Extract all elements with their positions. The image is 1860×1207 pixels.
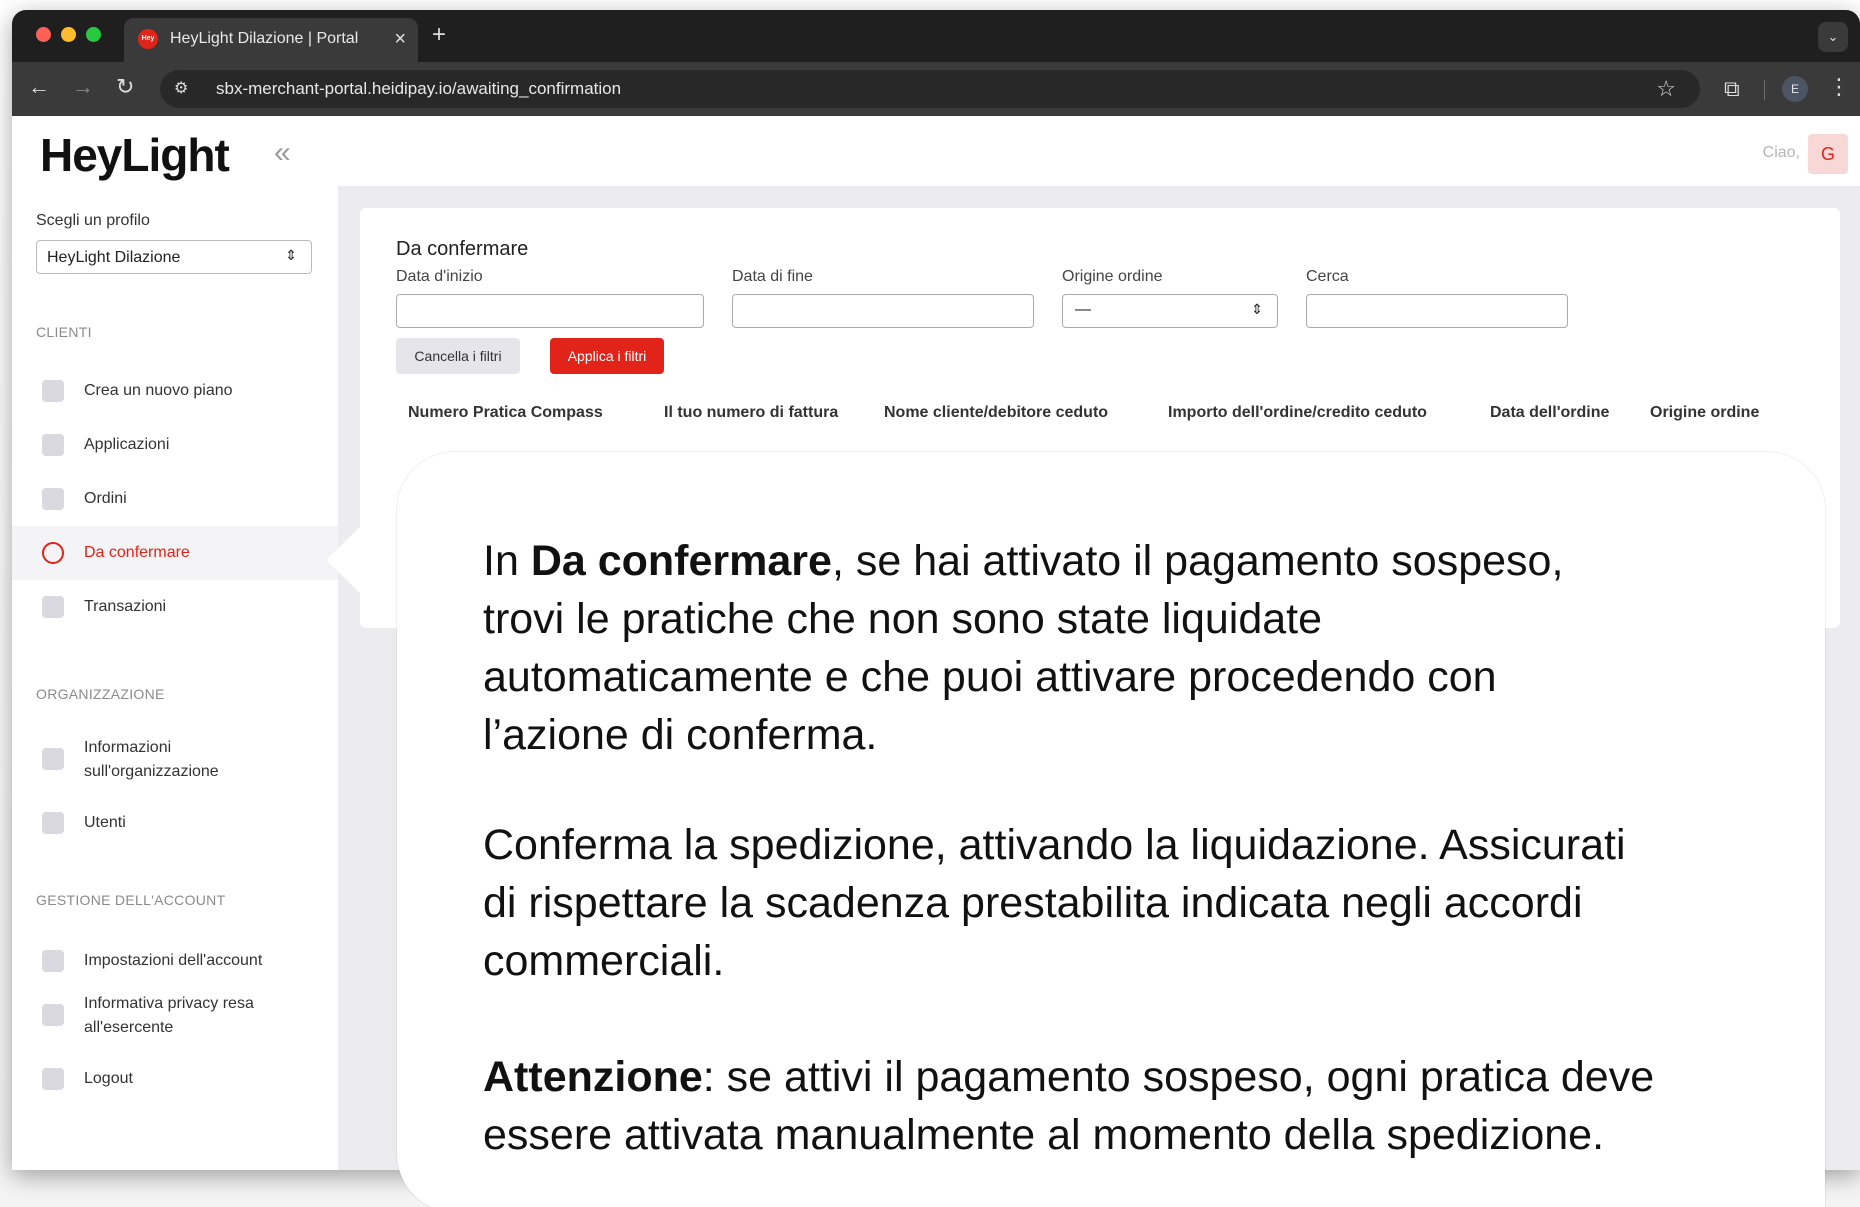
users-icon (42, 812, 64, 834)
sidebar-item-logout[interactable]: Logout (12, 1052, 338, 1106)
site-settings-icon[interactable]: ⚙ (174, 78, 188, 98)
section-clienti: CLIENTI (36, 324, 92, 340)
back-arrow-icon[interactable]: ← (28, 74, 50, 100)
start-date-label: Data d'inizio (396, 268, 483, 285)
minimize-window-button[interactable] (61, 27, 76, 42)
id-card-icon (42, 1004, 64, 1026)
clock-icon (42, 542, 64, 564)
favicon-icon: Hey (138, 29, 158, 49)
search-label: Cerca (1306, 268, 1349, 285)
sidebar-item-label: Impostazioni dell'account (84, 952, 263, 969)
toolbar-divider (1764, 80, 1765, 100)
sidebar-item-label: Utenti (84, 814, 126, 831)
clear-filters-button[interactable]: Cancella i filtri (396, 338, 520, 374)
close-window-button[interactable] (36, 27, 51, 42)
logout-icon (42, 1068, 64, 1090)
sidebar-item-label: Crea un nuovo piano (84, 382, 233, 399)
sidebar-item-orders[interactable]: Ordini (12, 472, 338, 526)
order-origin-select[interactable]: — ⇕ (1062, 294, 1278, 328)
close-icon[interactable]: × (394, 27, 406, 51)
end-date-label: Data di fine (732, 268, 813, 285)
maximize-window-button[interactable] (86, 27, 101, 42)
app-header: Ciao, G (338, 116, 1860, 186)
table-header-cell: Origine ordine (1650, 404, 1760, 421)
callout-pointer (326, 490, 398, 630)
callout-paragraph-3: Attenzione: se attivi il pagamento sospe… (483, 1053, 1655, 1159)
forward-arrow-icon[interactable]: → (72, 74, 94, 100)
order-origin-value: — (1075, 301, 1091, 318)
sidebar-item-org-info[interactable]: Informazioni sull'organizzazione (12, 728, 338, 788)
url-text[interactable]: sbx-merchant-portal.heidipay.io/awaiting… (216, 79, 621, 99)
start-date-input[interactable] (396, 294, 704, 328)
extensions-icon[interactable]: ⧉ (1724, 76, 1740, 102)
gear-icon (42, 950, 64, 972)
logo: HeyLight (40, 129, 230, 181)
browser-profile-avatar[interactable]: E (1782, 76, 1808, 102)
profile-label: Scegli un profilo (36, 212, 150, 229)
select-arrows-icon: ⇕ (285, 247, 297, 263)
sidebar-item-new-plan[interactable]: Crea un nuovo piano (12, 364, 338, 418)
table-header-cell: Data dell'ordine (1490, 404, 1610, 421)
sidebar: HeyLight « Scegli un profilo HeyLight Di… (12, 116, 338, 1170)
more-menu-icon[interactable]: ⋮ (1828, 74, 1850, 100)
sidebar-item-label: Applicazioni (84, 436, 170, 453)
reload-icon[interactable]: ↻ (116, 74, 134, 100)
tab-title: HeyLight Dilazione | Portal (170, 30, 359, 47)
table-header-cell: Il tuo numero di fattura (664, 404, 839, 421)
sidebar-item-applications[interactable]: Applicazioni (12, 418, 338, 472)
profile-select[interactable]: HeyLight Dilazione ⇕ (36, 240, 312, 274)
address-bar[interactable]: ⚙ sbx-merchant-portal.heidipay.io/awaiti… (160, 70, 1700, 108)
section-account: GESTIONE DELL'ACCOUNT (36, 892, 226, 908)
sidebar-item-account-settings[interactable]: Impostazioni dell'account (12, 934, 338, 988)
help-callout: In Da confermare, se hai attivato il pag… (397, 452, 1825, 1207)
grid-icon (42, 488, 64, 510)
sidebar-item-label: Transazioni (84, 598, 167, 615)
select-arrows-icon: ⇕ (1251, 301, 1263, 317)
user-avatar[interactable]: G (1808, 134, 1848, 174)
sidebar-item-users[interactable]: Utenti (12, 796, 338, 850)
new-tab-icon[interactable]: + (432, 22, 446, 48)
sidebar-item-label: Ordini (84, 490, 127, 507)
sidebar-item-label: Da confermare (84, 544, 190, 561)
search-input[interactable] (1306, 294, 1568, 328)
sidebar-item-label: Logout (84, 1070, 133, 1087)
sidebar-item-label: Informazioni sull'organizzazione (84, 739, 219, 780)
callout-paragraph-2: Conferma la spedizione, attivando la liq… (483, 821, 1626, 985)
sparkle-icon (42, 380, 64, 402)
building-icon (42, 748, 64, 770)
order-origin-label: Origine ordine (1062, 268, 1163, 285)
section-organizzazione: ORGANIZZAZIONE (36, 686, 165, 702)
page-title: Da confermare (396, 238, 529, 260)
browser-tab[interactable]: Hey HeyLight Dilazione | Portal × (124, 18, 418, 62)
stage: Hey HeyLight Dilazione | Portal × + ⌄ ← … (0, 0, 1860, 1207)
sidebar-item-to-confirm[interactable]: Da confermare (12, 526, 338, 580)
table-header-cell: Numero Pratica Compass (408, 404, 603, 421)
clipboard-icon (42, 434, 64, 456)
tab-bar: Hey HeyLight Dilazione | Portal × + ⌄ (12, 10, 1860, 62)
callout-paragraph-1: In Da confermare, se hai attivato il pag… (483, 537, 1564, 759)
profile-select-value: HeyLight Dilazione (47, 249, 181, 266)
sidebar-item-privacy[interactable]: Informativa privacy resa all'esercente (12, 984, 338, 1044)
chevron-down-icon[interactable]: ⌄ (1818, 22, 1848, 52)
toggle-icon (42, 596, 64, 618)
table-header-cell: Nome cliente/debitore ceduto (884, 404, 1109, 421)
apply-filters-button[interactable]: Applica i filtri (550, 338, 664, 374)
browser-toolbar: ← → ↻ ⚙ sbx-merchant-portal.heidipay.io/… (12, 62, 1860, 116)
table-header-cell: Importo dell'ordine/credito ceduto (1168, 404, 1427, 421)
greeting: Ciao, (1762, 144, 1800, 161)
end-date-input[interactable] (732, 294, 1034, 328)
bookmark-star-icon[interactable]: ☆ (1656, 76, 1676, 102)
collapse-sidebar-icon[interactable]: « (274, 136, 291, 170)
sidebar-item-label: Informativa privacy resa all'esercente (84, 995, 254, 1036)
sidebar-item-transactions[interactable]: Transazioni (12, 580, 338, 634)
